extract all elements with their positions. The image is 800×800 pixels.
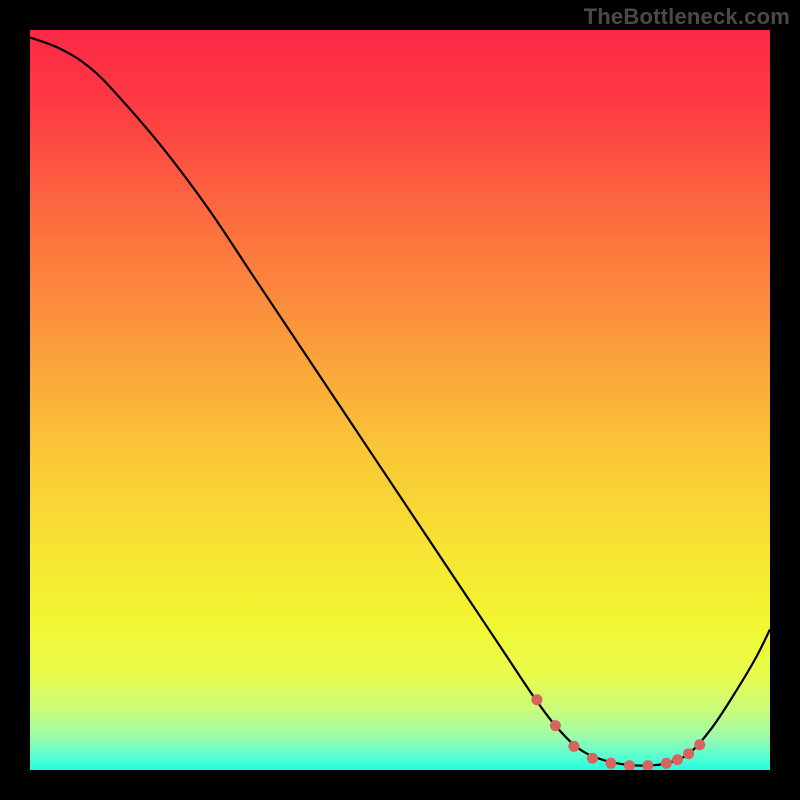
highlight-dot <box>605 758 616 769</box>
highlight-dot <box>683 748 694 759</box>
highlight-dot <box>550 720 561 731</box>
watermark-text: TheBottleneck.com <box>584 4 790 30</box>
highlight-dot <box>672 754 683 765</box>
highlight-dot <box>531 694 542 705</box>
chart-svg <box>30 30 770 770</box>
plot-area <box>30 30 770 770</box>
highlight-dot <box>587 753 598 764</box>
chart-frame: TheBottleneck.com <box>0 0 800 800</box>
gradient-background <box>30 30 770 770</box>
highlight-dot <box>694 739 705 750</box>
highlight-dot <box>661 758 672 769</box>
highlight-dot <box>568 741 579 752</box>
